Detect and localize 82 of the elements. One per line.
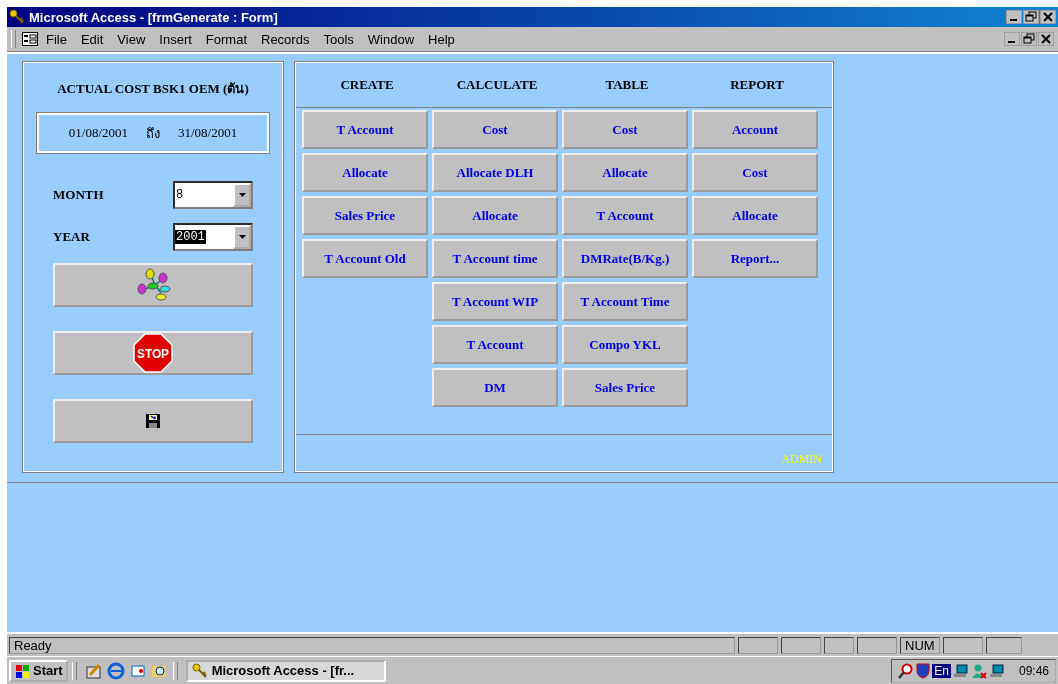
menu-item[interactable]: Window xyxy=(361,29,421,49)
magnifier-icon[interactable] xyxy=(898,662,915,679)
action-button[interactable]: Allocate xyxy=(562,153,688,192)
status-panel xyxy=(985,636,1022,654)
field-label: YEAR xyxy=(53,229,91,245)
action-button[interactable]: Cost xyxy=(692,153,818,192)
menu-item[interactable]: Insert xyxy=(153,29,198,49)
save-icon xyxy=(145,413,161,429)
form-title: ACTUAL COST BSK1 OEM (ตัน) xyxy=(57,80,249,98)
minimize-icon[interactable] xyxy=(1006,10,1022,24)
dropdown-arrow-icon[interactable] xyxy=(238,235,246,239)
status-text: Ready xyxy=(9,636,735,654)
action-button[interactable]: T Account Time xyxy=(562,282,688,321)
action-button[interactable]: T Account time xyxy=(432,239,558,278)
language-indicator[interactable]: En xyxy=(932,663,951,678)
action-button[interactable]: Cost xyxy=(562,110,688,149)
close-icon[interactable] xyxy=(1040,10,1056,24)
menu-item[interactable]: Format xyxy=(199,29,253,49)
action-button[interactable]: Sales Price xyxy=(302,196,428,235)
status-panel xyxy=(942,636,983,654)
status-panel xyxy=(781,636,821,654)
action-button[interactable]: Account xyxy=(692,110,818,149)
column-heading: TABLE xyxy=(604,77,650,93)
menu-item[interactable]: Records xyxy=(255,29,316,49)
column-heading: CREATE xyxy=(339,77,395,93)
status-panel xyxy=(857,636,897,654)
menu-item[interactable]: File xyxy=(40,29,73,49)
action-button[interactable]: T Account xyxy=(302,110,428,149)
date-from: 01/08/2001 xyxy=(68,125,128,141)
window-title: Microsoft Access - [frmGenerate : Form] xyxy=(29,9,279,25)
user-icon[interactable] xyxy=(970,662,987,679)
menu-item[interactable]: Help xyxy=(422,29,461,49)
action-button[interactable]: DMRate(B/Kg.) xyxy=(562,239,688,278)
windows-logo-icon xyxy=(14,663,30,678)
menu-item[interactable]: Edit xyxy=(74,29,110,49)
menu-item[interactable]: View xyxy=(111,29,152,49)
action-button[interactable]: Allocate xyxy=(302,153,428,192)
restore-icon[interactable] xyxy=(1021,32,1037,46)
menu-item[interactable]: Tools xyxy=(317,29,360,49)
form-icon[interactable] xyxy=(22,32,38,46)
status-panel xyxy=(824,636,854,654)
action-button[interactable]: T Account xyxy=(432,325,558,364)
status-panel xyxy=(738,636,778,654)
date-to: 31/08/2001 xyxy=(178,125,238,141)
computer-icon[interactable] xyxy=(952,662,969,679)
field-label: MONTH xyxy=(53,187,105,203)
action-button[interactable]: Sales Price xyxy=(562,368,688,407)
browser-icon[interactable] xyxy=(106,661,125,680)
computer-icon[interactable] xyxy=(988,662,1005,679)
action-button[interactable]: Cost xyxy=(432,110,558,149)
dropdown-field[interactable]: 8 xyxy=(173,181,253,209)
date-separator: ถึง xyxy=(146,124,160,143)
dropdown-field[interactable]: 2001 xyxy=(173,223,253,251)
action-button[interactable]: Allocate DLH xyxy=(432,153,558,192)
action-button[interactable]: Allocate xyxy=(432,196,558,235)
num-lock-indicator: NUM xyxy=(900,636,940,654)
dropdown-arrow-icon[interactable] xyxy=(238,193,246,197)
restore-icon[interactable] xyxy=(1023,10,1039,24)
start-button[interactable]: Start xyxy=(9,659,68,682)
action-button[interactable]: T Account xyxy=(562,196,688,235)
taskbar-button[interactable]: Microsoft Access - [fr... xyxy=(185,659,386,682)
user-name: ADMIN xyxy=(781,452,822,467)
pencil-icon[interactable] xyxy=(84,661,103,680)
stop-button[interactable]: STOP xyxy=(53,331,253,375)
close-icon[interactable] xyxy=(1038,32,1054,46)
action-button[interactable]: T Account Old xyxy=(302,239,428,278)
column-heading: CALCULATE xyxy=(455,77,539,93)
action-button[interactable]: Compo YKL xyxy=(562,325,688,364)
shield-icon[interactable] xyxy=(916,662,931,679)
column-heading: REPORT xyxy=(729,77,785,93)
field-value: 8 xyxy=(175,188,185,202)
action-button[interactable]: Report... xyxy=(692,239,818,278)
stop-sign-icon: STOP xyxy=(133,333,173,373)
key-icon xyxy=(9,9,25,25)
field-value: 2001 xyxy=(175,230,206,244)
action-button[interactable]: DM xyxy=(432,368,558,407)
action-button[interactable]: Allocate xyxy=(692,196,818,235)
minimize-icon[interactable] xyxy=(1004,32,1020,46)
network-button[interactable] xyxy=(53,263,253,307)
key-icon xyxy=(191,662,208,679)
action-button[interactable]: T Account WIP xyxy=(432,282,558,321)
clock: 09:46 xyxy=(1018,663,1049,678)
